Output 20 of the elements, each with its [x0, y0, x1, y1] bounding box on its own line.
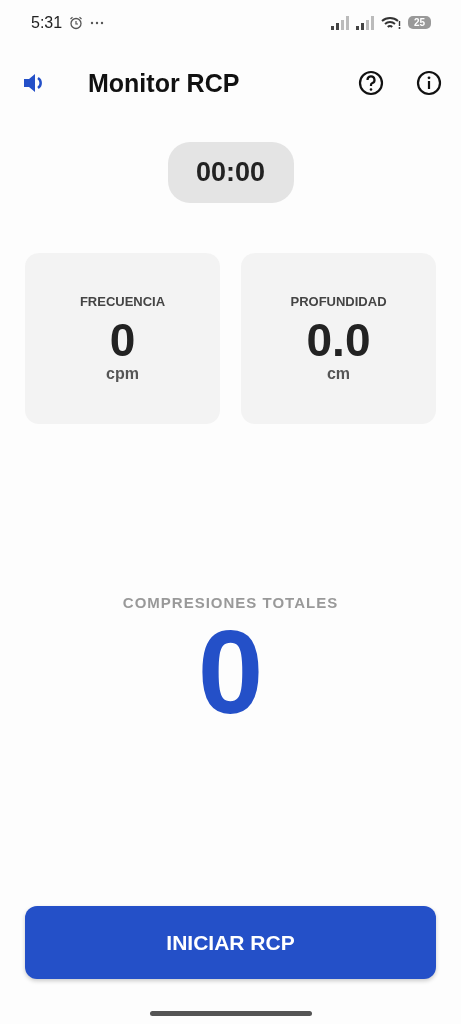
wifi-icon — [380, 15, 401, 30]
battery-icon: 25 — [407, 16, 431, 29]
info-icon[interactable] — [416, 70, 442, 96]
metric-unit: cm — [326, 365, 351, 384]
help-icon[interactable] — [358, 70, 384, 96]
metric-value: 0.0 — [306, 314, 371, 366]
metric-unit: cpm — [106, 365, 139, 384]
app-title: Monitor RCP — [88, 68, 241, 98]
alarm-icon — [69, 15, 84, 30]
total-value: 0 — [197, 613, 264, 731]
timer-display: 00:00 — [167, 142, 294, 203]
metric-label: FRECUENCIA — [79, 293, 166, 309]
status-time: 5:31 — [31, 13, 63, 32]
metric-label: PROFUNDIDAD — [290, 293, 387, 309]
signal-icon — [330, 15, 349, 30]
metric-value: 0 — [109, 314, 136, 366]
start-button[interactable]: INICIAR RCP — [25, 906, 436, 979]
total-label: COMPRESIONES TOTALES — [122, 594, 339, 611]
signal-icon — [355, 15, 374, 30]
more-dots-icon — [90, 20, 105, 25]
